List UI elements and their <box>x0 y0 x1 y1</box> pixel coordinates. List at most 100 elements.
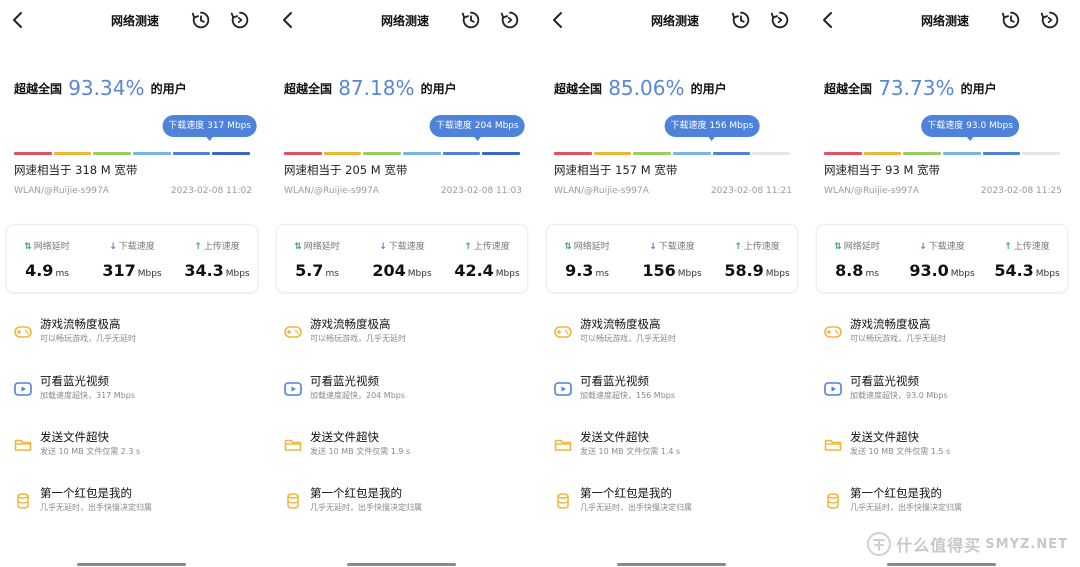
feature-subtitle: 加载速度超快，204 Mbps <box>310 391 406 400</box>
feature-subtitle: 加载速度超快，93.0 Mbps <box>850 391 948 400</box>
history-icon[interactable] <box>1000 9 1022 31</box>
stat-latency: ⇅ 网络延时 9.3 ms <box>547 225 627 294</box>
latency-icon: ⇅ <box>24 242 32 252</box>
coin-stack-icon <box>287 493 299 509</box>
test-meta: WLAN/@Ruijie-s997A 2023-02-08 11:21 <box>554 186 792 200</box>
download-speed-bubble: 下载速度 156 Mbps <box>664 115 760 141</box>
history-icon[interactable] <box>460 9 482 31</box>
home-indicator[interactable] <box>77 563 186 566</box>
stat-download: ↓ 下载速度 204 Mbps <box>359 225 445 294</box>
stat-upload: ↑ 上传速度 58.9 Mbps <box>715 225 799 294</box>
stat-value: 58.9 <box>724 261 764 280</box>
stat-label: 上传速度 <box>203 242 240 252</box>
feature-subtitle: 发送 10 MB 文件仅需 1.4 s <box>580 447 681 456</box>
retest-icon[interactable] <box>499 9 521 31</box>
feature-subtitle: 几乎无延时，出手快慢决定归属 <box>580 503 692 512</box>
ranking-headline: 超越全国 87.18% 的用户 <box>284 76 457 100</box>
download-speed-bubble: 下载速度 93.0 Mbps <box>921 115 1019 141</box>
feature-title: 游戏流畅度极高 <box>850 317 931 331</box>
back-arrow-icon[interactable] <box>6 8 30 32</box>
speed-level-segment <box>133 152 171 155</box>
stat-unit: ms <box>865 269 879 279</box>
feature-title: 第一个红包是我的 <box>850 486 942 500</box>
speed-level-segment <box>824 152 862 155</box>
speed-level-segment <box>53 152 92 155</box>
home-indicator[interactable] <box>347 563 456 566</box>
stat-value: 317 <box>102 261 136 280</box>
ranking-prefix: 超越全国 <box>824 82 873 96</box>
feature-file-transfer: 发送文件超快 发送 10 MB 文件仅需 2.3 s <box>0 429 270 469</box>
speed-level-segment <box>903 152 942 155</box>
network-name: WLAN/@Ruijie-s997A <box>824 186 919 196</box>
stat-label: 网络延时 <box>573 242 610 252</box>
feature-subtitle: 发送 10 MB 文件仅需 1.9 s <box>310 447 411 456</box>
watermark-url: SMYZ.NET <box>985 536 1068 552</box>
speed-level-segment <box>482 152 521 155</box>
feature-title: 第一个红包是我的 <box>580 486 672 500</box>
broadband-equivalent: 网速相当于 157 M 宽带 <box>554 163 678 177</box>
feature-gaming: 游戏流畅度极高 可以畅玩游戏，几乎无延时 <box>270 316 540 356</box>
stat-latency: ⇅ 网络延时 4.9 ms <box>7 225 87 294</box>
speed-level-segment <box>943 152 981 155</box>
home-indicator[interactable] <box>887 563 996 566</box>
speedtest-screen-2: 网络测速 超越全国 87.18% 的用户 下载速度 204 Mbps 网速相当于… <box>270 0 540 567</box>
feature-subtitle: 加载速度超快，317 Mbps <box>40 391 136 400</box>
network-name: WLAN/@Ruijie-s997A <box>554 186 649 196</box>
back-arrow-icon[interactable] <box>276 8 300 32</box>
speedtest-screen-4: 网络测速 超越全国 73.73% 的用户 下载速度 93.0 Mbps 网速相当… <box>810 0 1080 567</box>
watermark-text: 什么值得买 <box>896 536 982 555</box>
feature-subtitle: 几乎无延时，出手快慢决定归属 <box>40 503 152 512</box>
home-indicator[interactable] <box>617 563 726 566</box>
history-icon[interactable] <box>730 9 752 31</box>
feature-video: 可看蓝光视频 加载速度超快，156 Mbps <box>540 373 810 413</box>
stat-label: 下载速度 <box>118 242 155 252</box>
stat-label: 上传速度 <box>743 242 780 252</box>
ranking-suffix: 的用户 <box>690 82 727 96</box>
network-name: WLAN/@Ruijie-s997A <box>14 186 109 196</box>
folder-icon <box>824 439 842 451</box>
watermark-logo-icon <box>867 532 892 556</box>
speedtest-screen-1: 网络测速 超越全国 93.34% 的用户 下载速度 317 Mbps 网速相当于… <box>0 0 270 567</box>
test-timestamp: 2023-02-08 11:02 <box>170 186 252 196</box>
play-icon <box>14 382 32 396</box>
top-bar: 网络测速 <box>540 0 810 42</box>
retest-icon[interactable] <box>769 9 791 31</box>
stat-unit: ms <box>55 269 69 279</box>
feature-file-transfer: 发送文件超快 发送 10 MB 文件仅需 1.9 s <box>270 429 540 469</box>
speed-level-bar <box>14 152 251 156</box>
back-arrow-icon[interactable] <box>816 8 840 32</box>
stat-value: 9.3 <box>565 261 594 280</box>
stat-unit: Mbps <box>950 269 975 279</box>
play-icon <box>284 382 302 396</box>
feature-title: 发送文件超快 <box>310 430 379 444</box>
test-meta: WLAN/@Ruijie-s997A 2023-02-08 11:03 <box>284 186 522 200</box>
stat-label: 网络延时 <box>33 242 70 252</box>
feature-title: 发送文件超快 <box>40 430 109 444</box>
play-icon <box>554 382 572 396</box>
stat-label: 上传速度 <box>473 242 510 252</box>
speed-level-segment <box>752 152 791 155</box>
feature-gaming: 游戏流畅度极高 可以畅玩游戏，几乎无延时 <box>810 316 1080 356</box>
feature-subtitle: 可以畅玩游戏，几乎无延时 <box>850 334 946 343</box>
stat-value: 204 <box>372 261 406 280</box>
stat-value: 34.3 <box>184 261 224 280</box>
back-arrow-icon[interactable] <box>546 8 570 32</box>
ranking-prefix: 超越全国 <box>14 82 63 96</box>
stat-value: 156 <box>642 261 676 280</box>
speed-level-segment <box>323 152 362 155</box>
stat-label: 下载速度 <box>928 242 965 252</box>
stat-label: 网络延时 <box>843 242 880 252</box>
ranking-headline: 超越全国 85.06% 的用户 <box>554 76 727 100</box>
ranking-headline: 超越全国 73.73% 的用户 <box>824 76 997 100</box>
broadband-equivalent: 网速相当于 205 M 宽带 <box>284 163 408 177</box>
history-icon[interactable] <box>190 9 212 31</box>
play-icon <box>824 382 842 396</box>
stat-unit: ms <box>325 269 339 279</box>
retest-icon[interactable] <box>229 9 251 31</box>
feature-title: 发送文件超快 <box>580 430 649 444</box>
feature-title: 可看蓝光视频 <box>850 374 919 388</box>
folder-icon <box>14 439 32 451</box>
retest-icon[interactable] <box>1039 9 1061 31</box>
speed-level-segment <box>363 152 402 155</box>
speed-level-segment <box>554 152 592 155</box>
